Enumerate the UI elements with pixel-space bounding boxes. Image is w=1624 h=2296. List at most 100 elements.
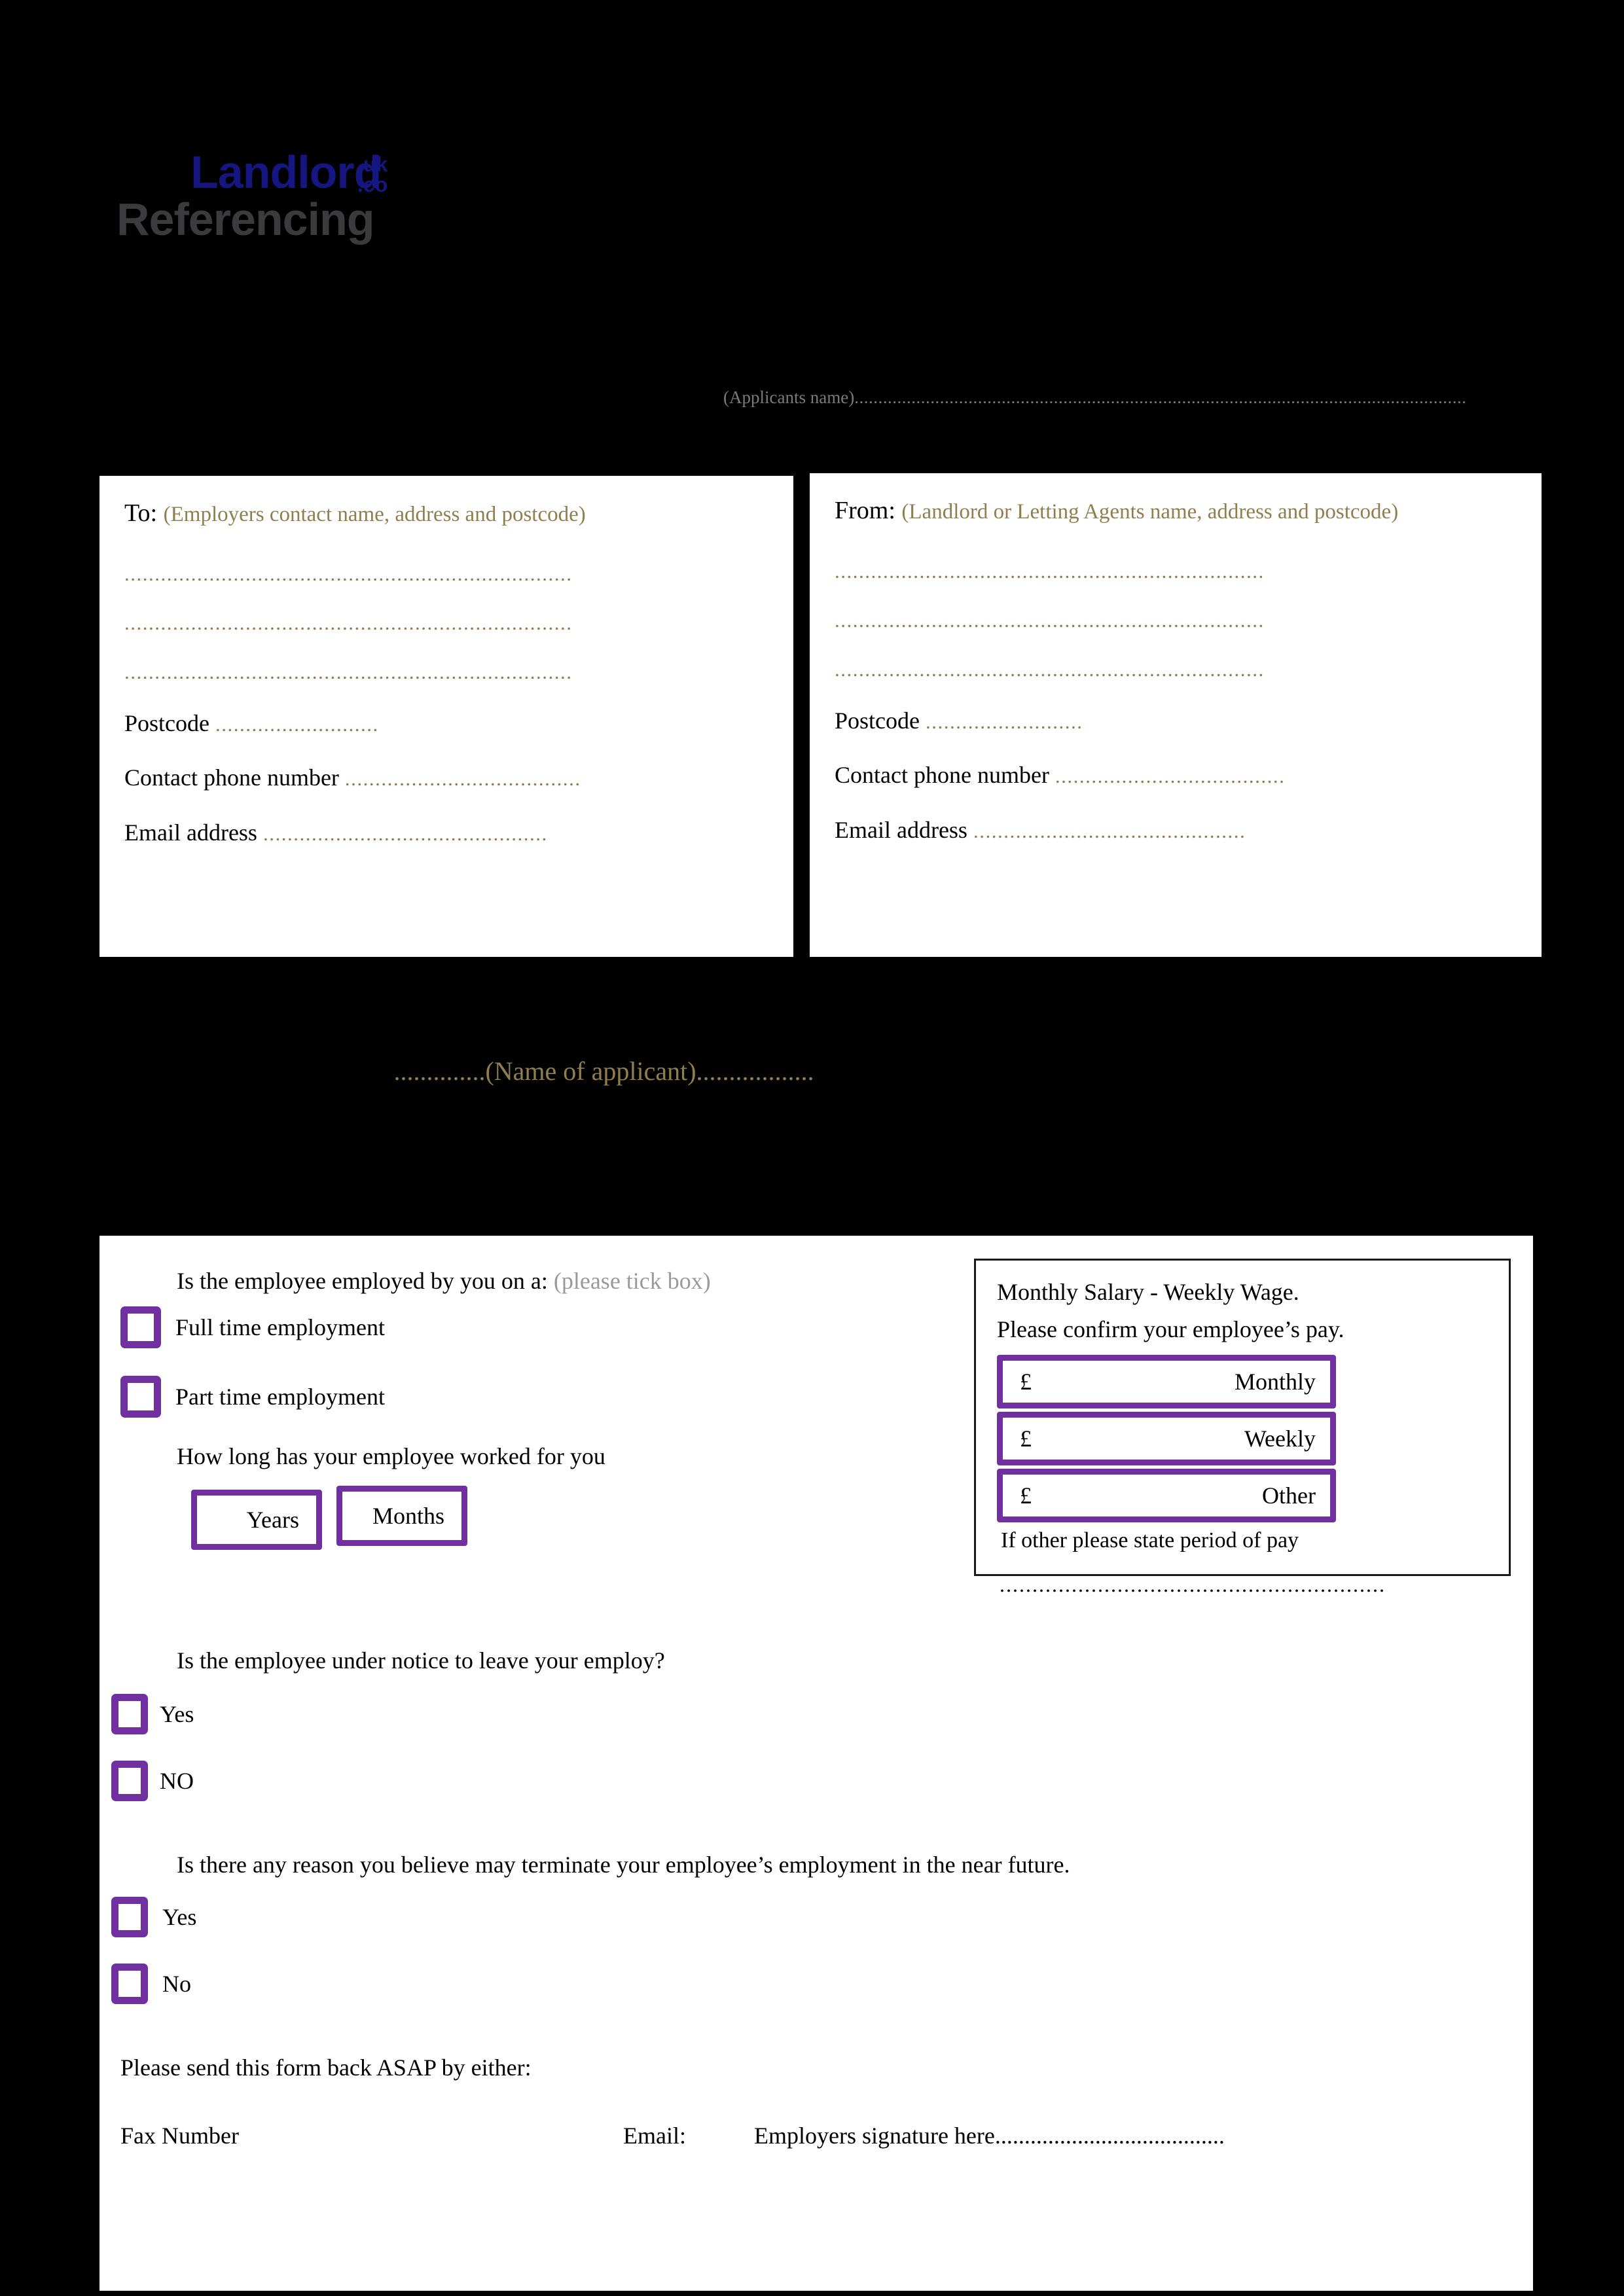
to-address-line-3[interactable]: ........................................…	[124, 662, 768, 682]
from-address-line-3[interactable]: ........................................…	[835, 659, 1517, 679]
name-of-applicant-prefix-dots: ..............	[393, 1056, 486, 1086]
to-email-row[interactable]: Email address ..........................…	[124, 820, 768, 846]
other-period-note: If other please state period of pay	[1001, 1528, 1299, 1552]
checkbox-termination-yes[interactable]	[111, 1897, 148, 1937]
period-label-monthly: Monthly	[1234, 1369, 1316, 1395]
salary-box-title: Monthly Salary - Weekly Wage.	[997, 1279, 1299, 1305]
to-address-line-2[interactable]: ........................................…	[124, 613, 768, 633]
send-back-instruction: Please send this form back ASAP by eithe…	[120, 2054, 532, 2081]
checkbox-under-notice-yes[interactable]	[111, 1694, 148, 1734]
currency-symbol-weekly: £	[1020, 1426, 1032, 1452]
from-postcode-row[interactable]: Postcode ..........................	[835, 708, 1517, 734]
months-label: Months	[372, 1503, 444, 1529]
name-of-applicant-line: ..............(Name of applicant).......…	[0, 1056, 1208, 1086]
checkbox-termination-no[interactable]	[111, 1964, 148, 2004]
label-under-notice-no: NO	[160, 1768, 194, 1794]
to-address-line-1[interactable]: ........................................…	[124, 564, 768, 584]
logo-tld-uk: .uk	[357, 152, 388, 176]
salary-details-box: Monthly Salary - Weekly Wage. Please con…	[974, 1259, 1511, 1596]
to-email-dots: ........................................…	[262, 821, 548, 845]
label-termination-yes: Yes	[162, 1904, 197, 1930]
fax-number-label: Fax Number	[120, 2123, 239, 2149]
to-label: To:	[124, 499, 158, 527]
from-postcode-dots: ..........................	[926, 709, 1083, 733]
logo-line-landlord: Landlord	[190, 147, 382, 198]
label-full-time-employment: Full time employment	[175, 1314, 385, 1340]
option-termination-yes[interactable]: Yes	[111, 1897, 196, 1937]
months-input[interactable]: Months	[336, 1486, 467, 1546]
employers-signature-dots: .......................................	[994, 2123, 1225, 2149]
salary-box-subtitle: Please confirm your employee’s pay.	[997, 1316, 1344, 1342]
to-postcode-dots: ...........................	[215, 712, 379, 736]
brand-logo: Landlord Referencing .uk .co	[117, 149, 391, 260]
option-under-notice-yes[interactable]: Yes	[111, 1694, 194, 1734]
period-label-other: Other	[1262, 1482, 1316, 1509]
logo-domain-suffix: .uk .co	[357, 154, 390, 194]
from-label: From:	[835, 497, 895, 524]
years-label: Years	[246, 1507, 299, 1533]
from-email-label: Email address	[835, 817, 967, 843]
to-hint: (Employers contact name, address and pos…	[163, 503, 586, 526]
from-address-box: From: (Landlord or Letting Agents name, …	[810, 473, 1542, 957]
checkbox-full-time-employment[interactable]	[120, 1306, 161, 1348]
question-employment-type-text: Is the employee employed by you on a:	[177, 1268, 548, 1294]
checkbox-part-time-employment[interactable]	[120, 1376, 161, 1418]
from-phone-dots: ......................................	[1055, 764, 1286, 788]
years-input[interactable]: Years	[191, 1490, 322, 1550]
to-address-box: To: (Employers contact name, address and…	[99, 476, 793, 957]
pay-row-monthly[interactable]: £ Monthly	[997, 1355, 1336, 1408]
to-postcode-label: Postcode	[124, 710, 209, 736]
from-email-dots: ........................................…	[973, 819, 1246, 842]
applicants-name-dots: ........................................…	[854, 387, 1467, 407]
from-address-line-1[interactable]: ........................................…	[835, 561, 1517, 581]
question-length-of-employment: How long has your employee worked for yo…	[177, 1443, 605, 1469]
to-email-label: Email address	[124, 819, 257, 846]
from-email-row[interactable]: Email address ..........................…	[835, 817, 1517, 844]
other-period-input-line[interactable]: ........................................…	[1000, 1573, 1485, 1597]
to-postcode-row[interactable]: Postcode ...........................	[124, 711, 768, 737]
applicants-name-label: (Applicants name)	[723, 387, 855, 407]
option-termination-no[interactable]: No	[111, 1964, 191, 2004]
from-box-heading: From: (Landlord or Letting Agents name, …	[835, 495, 1517, 527]
from-phone-row[interactable]: Contact phone number ...................…	[835, 762, 1517, 789]
applicants-name-line: (Applicants name).......................…	[723, 387, 1525, 408]
employers-signature-line[interactable]: Employers signature here................…	[754, 2123, 1225, 2149]
to-phone-dots: .......................................	[344, 767, 581, 791]
label-part-time-employment: Part time employment	[175, 1384, 385, 1410]
question-employment-type: Is the employee employed by you on a: (p…	[177, 1268, 711, 1295]
currency-symbol-monthly: £	[1020, 1369, 1032, 1395]
to-phone-row[interactable]: Contact phone number ...................…	[124, 765, 768, 791]
email-label: Email:	[623, 2123, 686, 2149]
from-postcode-label: Postcode	[835, 708, 920, 734]
from-address-line-2[interactable]: ........................................…	[835, 610, 1517, 630]
pay-row-weekly[interactable]: £ Weekly	[997, 1412, 1336, 1465]
option-full-time-employment[interactable]: Full time employment	[120, 1306, 385, 1348]
option-under-notice-no[interactable]: NO	[111, 1761, 194, 1801]
to-phone-label: Contact phone number	[124, 765, 339, 791]
pay-row-other[interactable]: £ Other	[997, 1469, 1336, 1522]
period-label-weekly: Weekly	[1244, 1426, 1316, 1452]
logo-line-referencing: Referencing	[117, 194, 375, 245]
currency-symbol-other: £	[1020, 1482, 1032, 1509]
question-under-notice: Is the employee under notice to leave yo…	[177, 1647, 665, 1674]
checkbox-under-notice-no[interactable]	[111, 1761, 148, 1801]
employers-signature-label: Employers signature here	[754, 2123, 995, 2149]
name-of-applicant-text: (Name of applicant)	[485, 1056, 696, 1086]
from-hint: (Landlord or Letting Agents name, addres…	[901, 500, 1399, 524]
name-of-applicant-suffix-dots: ..................	[696, 1056, 814, 1086]
label-termination-no: No	[162, 1971, 191, 1997]
from-phone-label: Contact phone number	[835, 762, 1049, 789]
option-part-time-employment[interactable]: Part time employment	[120, 1376, 385, 1418]
logo-tld-co: .co	[357, 172, 388, 196]
